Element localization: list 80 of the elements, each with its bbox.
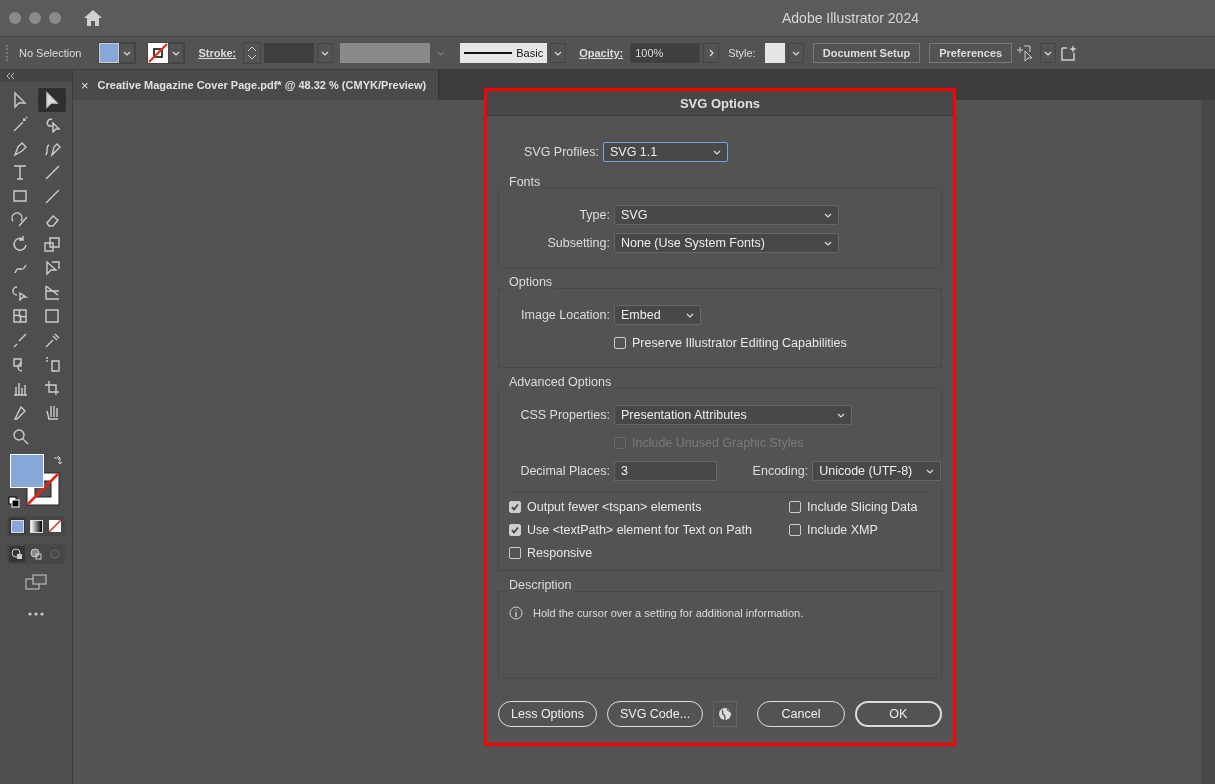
chevron-down-icon [172, 50, 181, 56]
more-tools-icon[interactable] [28, 612, 44, 616]
home-icon[interactable] [83, 9, 103, 27]
default-colors-icon[interactable] [8, 496, 20, 508]
select-similar-menu-button[interactable] [1040, 43, 1057, 63]
decimal-places-field[interactable]: 3 [614, 461, 717, 481]
stroke-label[interactable]: Stroke: [198, 47, 237, 59]
draw-behind-icon[interactable] [28, 546, 44, 562]
checkbox-label: Preserve Illustrator Editing Capabilities [632, 336, 847, 350]
style-label: Style: [728, 47, 756, 59]
stepper-arrows-icon [247, 45, 258, 61]
css-properties-dropdown[interactable]: Presentation Attributes [614, 405, 852, 425]
dialog-title: SVG Options [487, 91, 953, 116]
style-menu-button[interactable] [787, 43, 804, 63]
fill-menu-button[interactable] [119, 43, 136, 63]
chevron-down-icon [321, 50, 330, 56]
chevron-down-icon [713, 149, 721, 155]
stroke-swatch[interactable] [148, 43, 169, 63]
checkbox-label: Responsive [527, 546, 593, 560]
swap-arrow-icon[interactable] [52, 454, 64, 466]
checkbox-label: Use <textPath> element for Text on Path [527, 523, 752, 537]
chevron-down-icon [554, 50, 563, 56]
screen-mode-icon[interactable] [25, 574, 47, 590]
subsetting-dropdown[interactable]: None (Use System Fonts) [614, 233, 839, 253]
chevron-down-icon [926, 468, 934, 474]
svg-profile-dropdown[interactable]: SVG 1.1 [603, 142, 728, 162]
selection-label: No Selection [19, 47, 82, 59]
variable-width-field[interactable] [340, 43, 431, 63]
stroke-weight-menu-button[interactable] [317, 43, 334, 63]
stroke-weight-stepper[interactable] [243, 42, 262, 64]
field-label: Decimal Places: [519, 464, 610, 478]
checkbox-label: Include XMP [807, 523, 878, 537]
gradient-mode-icon[interactable] [28, 518, 44, 534]
field-label: CSS Properties: [519, 408, 610, 422]
chevron-down-icon [824, 240, 832, 246]
opacity-expand-button[interactable] [703, 43, 720, 63]
group-heading: Description [507, 578, 574, 592]
chevron-down-icon [123, 50, 132, 56]
checkbox-label: Include Slicing Data [807, 500, 918, 514]
chevron-down-icon [824, 212, 832, 218]
document-tab[interactable]: × Creative Magazine Cover Page.pdf* @ 48.32 % (CMYK/Preview) [73, 70, 440, 100]
window-title: Adobe Illustrator 2024 [782, 10, 919, 26]
info-icon [509, 606, 523, 620]
brush-menu-button[interactable] [550, 43, 567, 63]
none-mode-icon[interactable] [47, 518, 63, 534]
field-label: Subsetting: [546, 236, 610, 250]
dialog-button[interactable]: OK [854, 701, 942, 727]
field-label: Image Location: [520, 308, 610, 322]
color-mode-icon[interactable] [9, 518, 25, 534]
group-heading: Options [507, 275, 555, 289]
encoding-dropdown[interactable]: Unicode (UTF-8) [812, 461, 941, 481]
close-tab-button[interactable]: × [81, 77, 89, 93]
toolbar-button[interactable]: Preferences [929, 43, 1013, 63]
field-label: Encoding: [752, 464, 809, 478]
graphic-style-swatch[interactable] [764, 43, 785, 63]
draw-normal-icon[interactable] [9, 546, 25, 562]
group-heading: Advanced Options [507, 375, 614, 389]
field-label: Type: [578, 208, 610, 222]
opacity-field[interactable]: 100% [630, 43, 701, 63]
checkbox-label: Output fewer <tspan> elements [527, 500, 702, 514]
chevron-right-icon [708, 49, 714, 57]
image-location-dropdown[interactable]: Embed [614, 305, 701, 325]
fill-color-swatch[interactable] [10, 454, 44, 488]
group-heading: Fonts [507, 175, 543, 189]
description-text: Hold the cursor over a setting for additional information. [533, 607, 804, 619]
chevron-down-icon [837, 412, 845, 418]
font-type-dropdown[interactable]: SVG [614, 205, 839, 225]
toolbar-button[interactable]: Document Setup [812, 43, 921, 63]
globe-button[interactable] [713, 701, 738, 727]
chevron-down-icon [791, 50, 800, 56]
field-label: SVG Profiles: [522, 145, 599, 159]
chevron-down-icon [437, 50, 446, 56]
opacity-label[interactable]: Opacity: [579, 47, 624, 59]
document-title: Creative Magazine Cover Page.pdf* @ 48.32 % (CMYK/Preview) [97, 79, 427, 91]
fill-swatch[interactable] [99, 43, 120, 63]
globe-icon [718, 707, 733, 721]
brush-definition-field[interactable]: Basic [460, 43, 548, 63]
grip-handle[interactable] [6, 45, 10, 61]
chevron-down-icon [686, 312, 694, 318]
chevron-down-icon [1044, 50, 1053, 56]
